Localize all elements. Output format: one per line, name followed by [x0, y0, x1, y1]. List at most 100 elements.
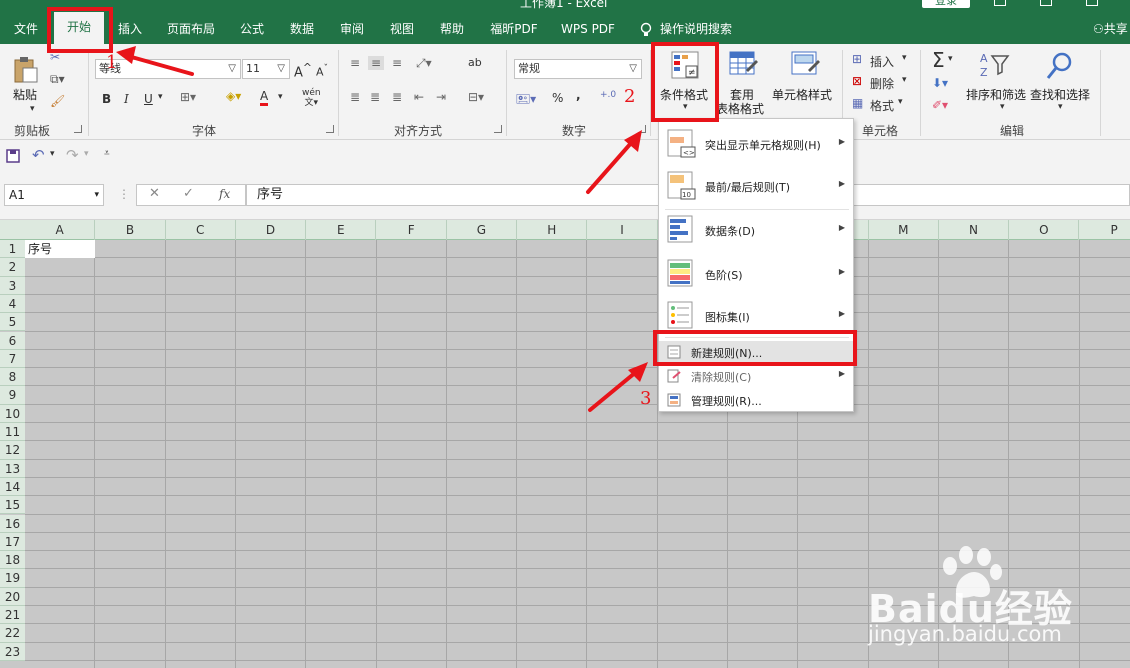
row-header[interactable]: 21 [0, 606, 25, 625]
maximize-icon[interactable] [1086, 0, 1098, 6]
increase-indent-icon[interactable]: ⇥ [436, 90, 446, 104]
row-header[interactable]: 23 [0, 642, 25, 661]
paste-dropdown-icon[interactable]: ▾ [30, 104, 35, 114]
row-header[interactable]: 3 [0, 276, 25, 295]
column-header[interactable]: M [869, 220, 939, 240]
format-painter-icon[interactable]: 🖌 [50, 94, 65, 108]
row-header[interactable]: 19 [0, 569, 25, 588]
format-cells-button[interactable]: 格式 [870, 97, 894, 114]
tab-file[interactable]: 文件 [6, 14, 46, 44]
row-header[interactable]: 12 [0, 441, 25, 460]
column-header[interactable]: I [587, 220, 658, 240]
tab-review[interactable]: 审阅 [332, 14, 372, 44]
align-bottom-icon[interactable]: ≡ [392, 56, 402, 70]
insert-cells-icon[interactable]: ⊞ [852, 52, 862, 66]
phonetic-button[interactable]: wén 文▾ [302, 88, 321, 108]
decrease-indent-icon[interactable]: ⇤ [414, 90, 424, 104]
menu-item-highlight-rules[interactable]: <> 突出显示单元格规则(H) ▶ [659, 127, 853, 163]
increase-decimal-icon[interactable]: +.0 [600, 90, 616, 100]
tab-help[interactable]: 帮助 [432, 14, 472, 44]
minimize-icon[interactable] [1040, 0, 1052, 6]
column-header[interactable]: H [517, 220, 588, 240]
column-header[interactable]: C [166, 220, 236, 240]
row-header[interactable]: 7 [0, 349, 25, 369]
clipboard-launcher-icon[interactable] [74, 125, 82, 133]
menu-item-data-bars[interactable]: 数据条(D) ▶ [659, 213, 853, 249]
row-header[interactable]: 2 [0, 258, 25, 277]
paste-label[interactable]: 粘贴 [13, 86, 37, 103]
alignment-launcher-icon[interactable] [494, 125, 502, 133]
menu-item-color-scales[interactable]: 色阶(S) ▶ [659, 257, 853, 293]
sort-dropdown-icon[interactable]: ▾ [1000, 102, 1005, 112]
tab-foxit-pdf[interactable]: 福昕PDF [484, 14, 544, 44]
column-header[interactable]: B [95, 220, 166, 240]
font-color-dropdown-icon[interactable]: ▾ [278, 92, 283, 102]
borders-icon[interactable]: ⊞▾ [180, 90, 196, 104]
align-left-icon[interactable]: ≣ [350, 90, 360, 104]
column-header[interactable]: E [306, 220, 377, 240]
column-header[interactable]: D [236, 220, 307, 240]
delete-cells-button[interactable]: 删除 [870, 75, 894, 92]
column-header[interactable]: O [1009, 220, 1080, 240]
autosum-dropdown-icon[interactable]: ▾ [948, 54, 953, 64]
paste-icon[interactable] [12, 56, 40, 84]
cell-styles-icon[interactable] [790, 50, 820, 80]
tab-formulas[interactable]: 公式 [232, 14, 272, 44]
undo-icon[interactable]: ↶ [32, 146, 45, 164]
column-header[interactable]: N [939, 220, 1010, 240]
insert-dropdown-icon[interactable]: ▾ [902, 53, 907, 63]
row-header[interactable]: 17 [0, 532, 25, 552]
shrink-font-button[interactable]: Aˇ [316, 63, 328, 79]
percent-style-button[interactable]: % [552, 91, 563, 105]
row-header[interactable]: 8 [0, 368, 25, 387]
enter-icon[interactable]: ✓ [183, 186, 194, 201]
format-as-table-icon[interactable] [728, 50, 758, 80]
share-button[interactable]: ⚇共享 [1093, 14, 1128, 44]
row-header[interactable]: 6 [0, 331, 25, 350]
font-color-button[interactable]: A [260, 90, 269, 106]
align-right-icon[interactable]: ≣ [392, 90, 402, 104]
align-top-icon[interactable]: ≡ [350, 56, 360, 70]
orientation-icon[interactable]: ⤢▾ [416, 56, 432, 71]
row-header[interactable]: 11 [0, 423, 25, 442]
format-dropdown-icon[interactable]: ▾ [898, 97, 903, 107]
column-header[interactable]: A [25, 220, 96, 240]
tab-insert[interactable]: 插入 [110, 14, 150, 44]
row-header[interactable]: 1 [0, 240, 25, 259]
insert-function-button[interactable]: fx [219, 187, 230, 201]
number-launcher-icon[interactable] [638, 125, 646, 133]
cancel-icon[interactable]: ✕ [149, 186, 160, 201]
find-select-label[interactable]: 查找和选择 [1030, 86, 1090, 103]
tab-wps-pdf[interactable]: WPS PDF [554, 14, 622, 44]
menu-item-top-bottom-rules[interactable]: 10 最前/最后规则(T) ▶ [659, 169, 853, 205]
copy-icon[interactable]: ⧉▾ [50, 72, 65, 87]
ribbon-display-icon[interactable] [994, 0, 1006, 6]
menu-item-clear-rules[interactable]: 清除规则(C) ▶ [659, 365, 853, 387]
login-button[interactable]: 登录 [922, 0, 970, 8]
row-header[interactable]: 20 [0, 587, 25, 606]
format-cells-icon[interactable]: ▦ [852, 96, 863, 110]
find-select-icon[interactable] [1044, 50, 1076, 82]
accounting-format-icon[interactable]: 🖭▾ [516, 90, 536, 111]
italic-button[interactable]: I [124, 92, 129, 106]
row-header[interactable]: 4 [0, 294, 25, 314]
cell-styles-label[interactable]: 单元格样式 [772, 86, 832, 103]
tab-page-layout[interactable]: 页面布局 [160, 14, 222, 44]
insert-cells-button[interactable]: 插入 [870, 53, 894, 70]
row-header[interactable]: 14 [0, 477, 25, 497]
redo-dropdown-icon[interactable]: ▾ [84, 149, 89, 159]
row-header[interactable]: 10 [0, 404, 25, 423]
save-icon[interactable] [6, 149, 20, 163]
font-size-combo[interactable]: 11 ▽ [242, 59, 290, 79]
column-header[interactable]: F [377, 220, 447, 240]
delete-dropdown-icon[interactable]: ▾ [902, 75, 907, 85]
tab-view[interactable]: 视图 [382, 14, 422, 44]
delete-cells-icon[interactable]: ⊠ [852, 74, 862, 88]
wrap-text-button[interactable]: ab [468, 56, 482, 69]
merge-center-icon[interactable]: ⊟▾ [468, 90, 484, 104]
undo-dropdown-icon[interactable]: ▾ [50, 149, 55, 159]
column-header[interactable]: P [1080, 220, 1130, 240]
column-header[interactable]: G [447, 220, 518, 240]
cell-a1[interactable]: 序号 [25, 240, 95, 258]
fill-icon[interactable]: ⬇▾ [932, 76, 948, 90]
